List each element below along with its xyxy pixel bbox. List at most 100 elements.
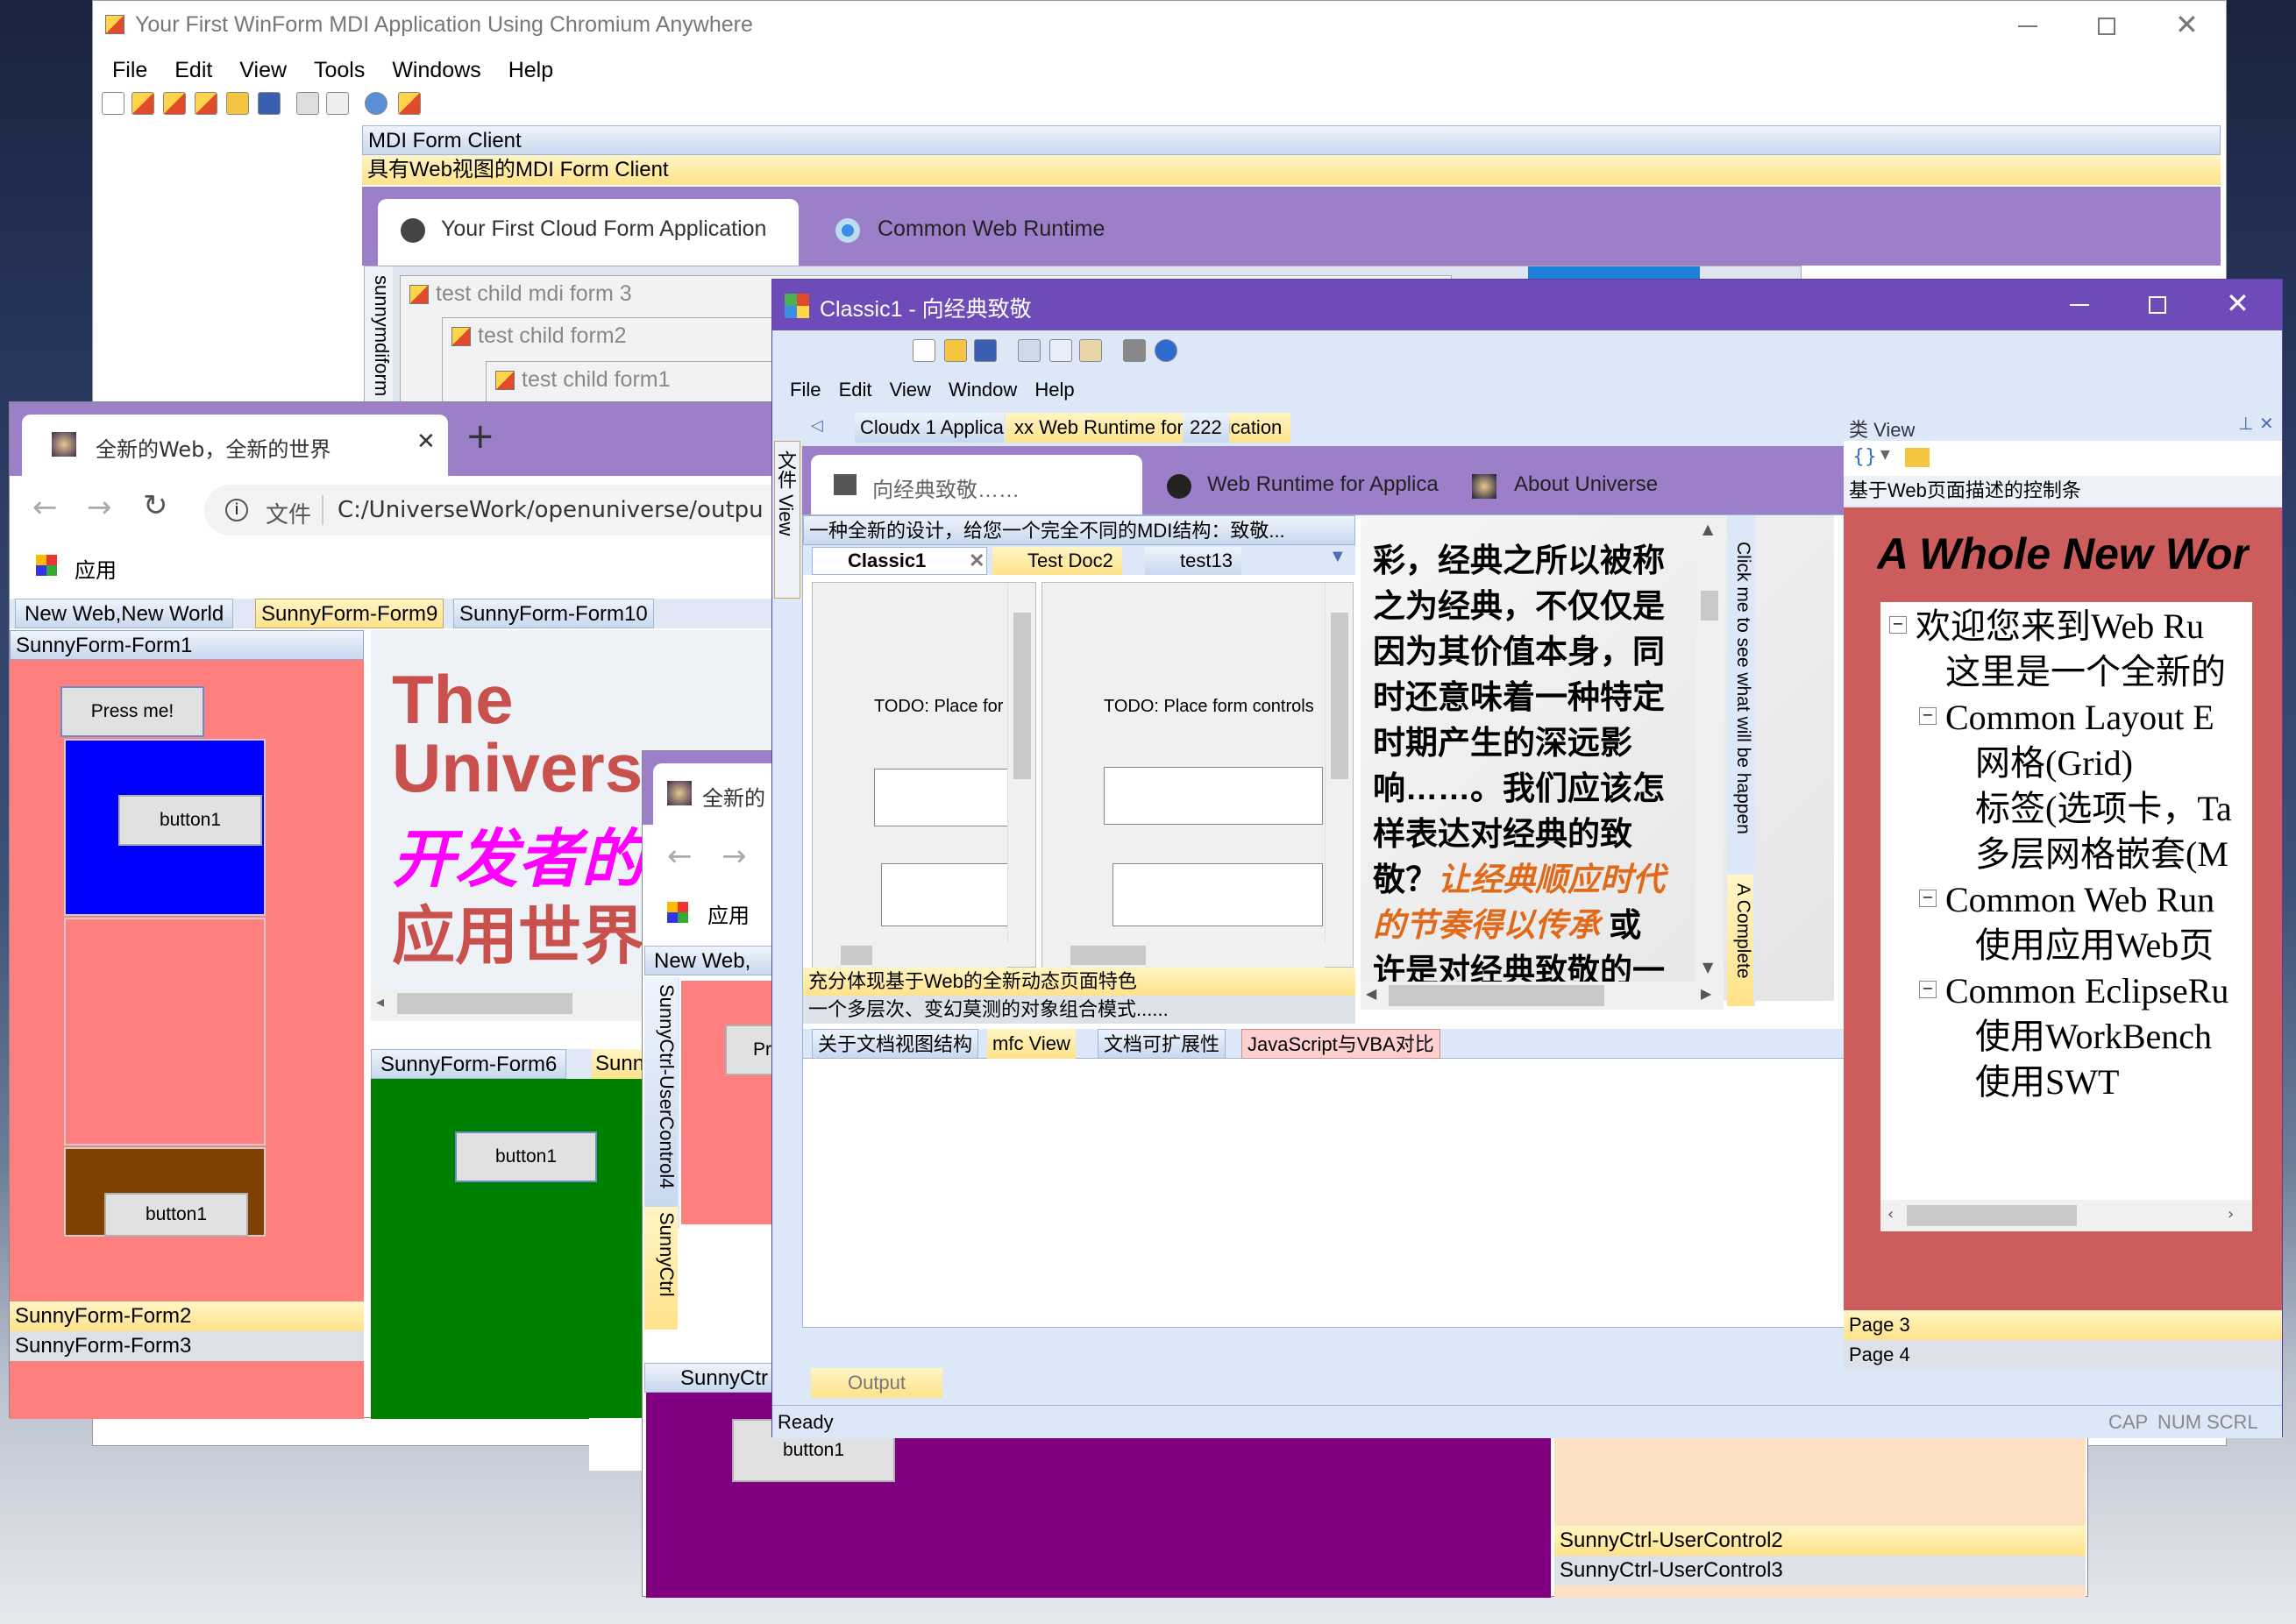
tab-extensibility[interactable]: 文档可扩展性 [1098,1029,1226,1059]
side-tab-file-view[interactable]: 文件 View [774,441,800,599]
copy-icon[interactable] [1049,339,1072,362]
maximize-icon[interactable] [2098,18,2115,35]
tab-web-runtime[interactable]: Web Runtime for Applica [1149,455,1444,514]
web-features-tab[interactable]: 充分体现基于Web的全新动态页面特色 [803,968,1355,996]
scroll-down-icon[interactable]: ▼ [1702,959,1713,975]
expand-toggle-icon[interactable]: − [1919,890,1937,907]
tab-tribute[interactable]: 向经典致敬…… [811,455,1142,514]
back-icon[interactable]: ← [32,490,58,525]
form-icon[interactable] [195,92,217,115]
scroll-left-icon[interactable]: ◀ [1366,985,1376,1002]
object-model-tab[interactable]: 一个多层次、变幻莫测的对象组合模式...... [803,996,1355,1024]
horizontal-scrollbar[interactable]: ◀ ▶ [1361,982,1724,1010]
scroll-right-icon[interactable]: › [2228,1205,2234,1223]
vertical-scrollbar[interactable] [1007,583,1035,942]
menu-view[interactable]: View [239,58,287,83]
tab-a-complete[interactable]: A Complete [1727,875,1753,1006]
tree-node[interactable]: − Common Layout E [1886,695,2252,741]
scroll-thumb[interactable] [1070,946,1146,965]
form-icon[interactable] [163,92,186,115]
vertical-scrollbar[interactable]: ▲ ▼ [1695,515,1724,982]
print-icon[interactable] [296,92,319,115]
close-icon[interactable]: ✕ [2175,8,2199,41]
button1[interactable]: button1 [104,1193,248,1237]
apps-label[interactable]: 应用 [75,553,117,584]
close-icon[interactable]: ✕ [969,548,985,574]
close-icon[interactable]: ✕ [416,429,436,455]
tab-mfc-view[interactable]: mfc View [987,1029,1076,1059]
form2-tab[interactable]: SunnyForm-Form2 [10,1301,364,1331]
expand-toggle-icon[interactable]: − [1919,707,1937,725]
tab-test-doc2[interactable]: Test Doc2 [992,547,1122,575]
print-icon[interactable] [1123,339,1146,362]
button1[interactable]: button1 [455,1131,597,1182]
text-box[interactable] [874,769,1023,826]
horizontal-scrollbar[interactable] [1042,942,1325,968]
page3-tab[interactable]: Page 3 [1844,1310,2282,1340]
forward-icon[interactable]: → [87,490,112,525]
form3-tab[interactable]: SunnyForm-Form3 [10,1331,364,1361]
globe-icon[interactable] [365,92,387,115]
scroll-thumb[interactable] [1907,1205,2077,1226]
forward-icon[interactable]: → [721,839,747,874]
close-icon[interactable]: ✕ [2259,413,2274,435]
new-icon[interactable] [102,92,124,115]
tab-xx-web-runtime[interactable]: xx Web Runtime for Application [1006,413,1291,443]
tab-form9[interactable]: SunnyForm-Form9 [255,599,444,628]
usercontrol3-tab[interactable]: SunnyCtrl-UserControl3 [1554,1556,2086,1585]
text-box[interactable] [1104,767,1323,825]
class-icon[interactable]: {} [1852,446,1877,468]
open-icon[interactable] [944,339,967,362]
tab-cloudx[interactable]: Cloudx 1 Application [855,413,1004,443]
tree-node[interactable]: − Common EclipseRu [1886,968,2252,1014]
help-icon[interactable] [1155,339,1177,362]
usercontrol2-tab[interactable]: SunnyCtrl-UserControl2 [1554,1526,2086,1556]
tree-node[interactable]: 标签(选项卡，Ta [1886,786,2252,832]
save-icon[interactable] [974,339,997,362]
tab-sunnyctrl[interactable]: SunnyCtrl [644,1207,678,1330]
pin-icon[interactable]: ⊥ [2238,413,2253,435]
new-icon[interactable] [913,339,935,362]
menu-window[interactable]: Window [949,379,1017,401]
text-box[interactable] [1112,863,1323,926]
menu-tools[interactable]: Tools [314,58,365,83]
menu-help[interactable]: Help [508,58,553,83]
tab-js-vba[interactable]: JavaScript与VBA对比 [1241,1029,1440,1059]
minimize-icon[interactable] [2018,25,2037,27]
tab-doc-view[interactable]: 关于文档视图结构 [812,1029,979,1059]
tab-form-partial[interactable]: Sunn [592,1049,649,1079]
scroll-thumb[interactable] [1013,613,1031,779]
reload-icon[interactable]: ↻ [143,488,168,523]
tab-222[interactable]: 222 [1183,413,1229,443]
tree-node[interactable]: − 欢迎您来到Web Ru [1886,604,2252,649]
vertical-scrollbar[interactable] [1325,583,1353,942]
scroll-thumb[interactable] [1701,591,1718,621]
expand-toggle-icon[interactable]: − [1889,616,1907,634]
tab-classic1[interactable]: Classic1 ✕ [812,547,987,575]
horizontal-scrollbar[interactable]: ‹ › [1880,1200,2252,1231]
tab-new-web[interactable]: New Web,New World [15,599,234,628]
chevron-down-icon[interactable]: ▼ [1880,448,1890,462]
tab-test13[interactable]: test13 [1145,547,1241,575]
apps-icon[interactable] [36,555,57,576]
apps-label[interactable]: 应用 [707,898,750,929]
tree-node[interactable]: 使用应用Web页 [1886,923,2252,968]
page4-tab[interactable]: Page 4 [1844,1340,2282,1370]
paste-icon[interactable] [1079,339,1102,362]
tab-about-universe[interactable]: About Universe [1453,455,1751,514]
form-icon[interactable] [132,92,154,115]
tree-node[interactable]: 多层网格嵌套(M [1886,832,2252,877]
press-me-button[interactable]: Press me! [60,686,204,737]
scroll-up-icon[interactable]: ▲ [1702,521,1713,537]
maximize-icon[interactable] [2149,296,2166,314]
tree-node[interactable]: 这里是一个全新的 [1886,649,2252,695]
scroll-right-icon[interactable]: ▶ [1701,985,1711,1002]
save-icon[interactable] [258,92,281,115]
tab-usercontrol4[interactable]: SunnyCtrl-UserControl4 [644,977,678,1207]
tab-form10[interactable]: SunnyForm-Form10 [453,599,654,628]
scroll-left-icon[interactable]: ◁ [811,416,823,435]
button1[interactable]: button1 [118,795,262,846]
menu-file[interactable]: File [112,58,147,83]
menu-edit[interactable]: Edit [174,58,212,83]
form-icon[interactable] [398,92,421,115]
